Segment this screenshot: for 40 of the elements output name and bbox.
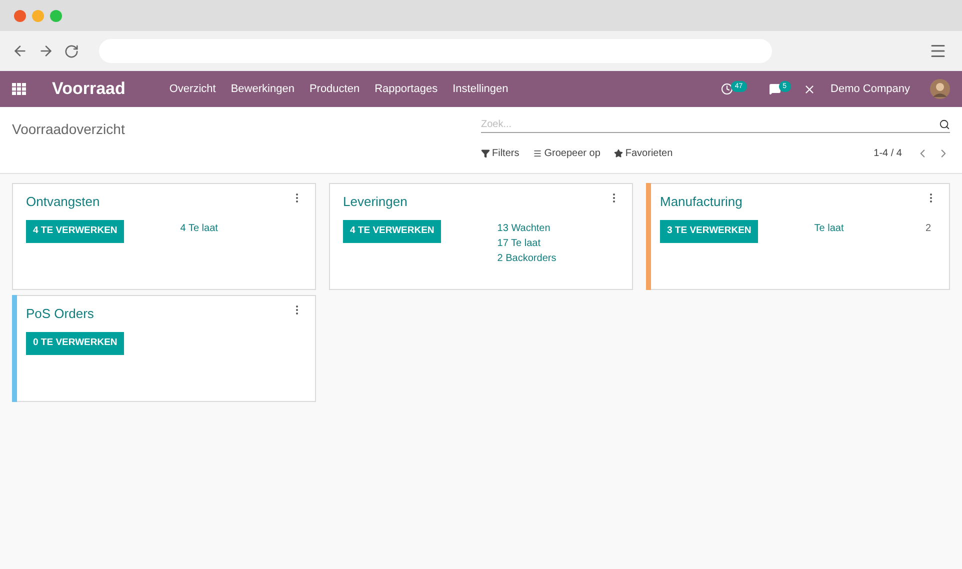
to-process-button[interactable]: 4 TE VERWERKEN — [26, 220, 124, 242]
search-icon[interactable] — [939, 118, 950, 130]
back-icon[interactable] — [12, 43, 28, 59]
status-link[interactable]: 4 Te laat — [180, 220, 218, 236]
apps-grid-icon[interactable] — [12, 83, 26, 95]
forward-icon[interactable] — [38, 43, 54, 59]
pager-value: 1-4 / 4 — [874, 147, 902, 161]
debug-icon[interactable] — [802, 82, 816, 96]
app-title: Voorraad — [52, 78, 126, 100]
count-value: 2 — [925, 222, 931, 236]
to-process-button[interactable]: 3 TE VERWERKEN — [660, 220, 758, 242]
breadcrumb-title: Voorraadoverzicht — [12, 121, 125, 137]
menu-icon[interactable] — [929, 42, 947, 60]
filter-menu-button[interactable]: Groepeer op — [533, 146, 600, 161]
avatar[interactable] — [930, 79, 950, 99]
search-field[interactable]: Zoek... — [481, 116, 939, 132]
card-title[interactable]: Ontvangsten — [26, 192, 100, 212]
filter-menu-button[interactable]: Favorieten — [614, 146, 673, 161]
menu-item[interactable]: Bewerkingen — [230, 80, 294, 98]
card-title[interactable]: Manufacturing — [660, 192, 742, 212]
menu-item[interactable]: Rapportages — [374, 80, 438, 98]
menu-item[interactable]: Producten — [309, 80, 360, 98]
to-process-button[interactable]: 0 TE VERWERKEN — [26, 332, 124, 354]
menu-item[interactable]: Overzicht — [169, 80, 216, 98]
status-link[interactable]: 17 Te laat — [497, 236, 540, 250]
filter-icon — [481, 149, 490, 158]
activity-icon[interactable] — [720, 83, 733, 95]
status-link[interactable]: 2 Backorders — [497, 250, 556, 266]
status-link[interactable]: 13 Wachten — [497, 220, 550, 236]
menu-item[interactable]: Instellingen — [452, 80, 508, 98]
status-link[interactable]: Te laat — [814, 220, 844, 236]
card-title[interactable]: Leveringen — [343, 192, 408, 212]
company-switcher[interactable]: Demo Company — [830, 80, 910, 98]
list-icon — [533, 149, 542, 158]
card-title[interactable]: PoS Orders — [26, 304, 94, 324]
star-icon — [614, 149, 624, 158]
to-process-button[interactable]: 4 TE VERWERKEN — [343, 220, 442, 242]
reload-icon[interactable] — [64, 44, 79, 58]
messages-icon[interactable] — [768, 83, 781, 95]
filter-menu-button[interactable]: Filters — [481, 146, 520, 161]
